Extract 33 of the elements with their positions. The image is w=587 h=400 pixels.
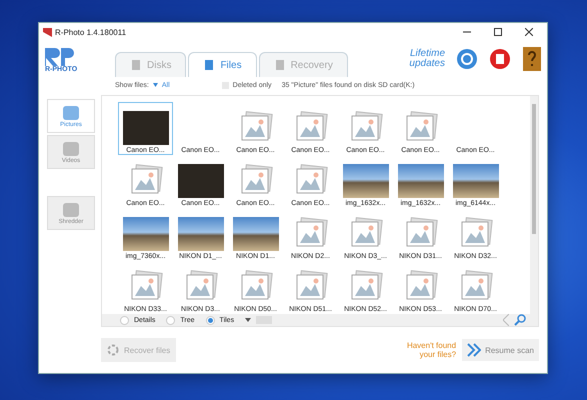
tab-icon: [274, 59, 286, 71]
lifetime-updates-text: Lifetime updates: [408, 49, 445, 69]
photo-placeholder: [398, 164, 444, 198]
caret-icon[interactable]: [245, 318, 252, 322]
photo-placeholder: [452, 164, 498, 198]
app-icon: [43, 28, 52, 36]
photo-placeholder: [342, 164, 388, 198]
tab-icon: [203, 59, 216, 71]
caret-icon[interactable]: [152, 83, 158, 87]
photo-placeholder: [122, 111, 168, 145]
photo-placeholder: [122, 217, 168, 251]
double-chevron-icon: [467, 343, 482, 357]
close-icon[interactable]: [525, 28, 533, 36]
tab-icon: [130, 59, 142, 71]
recover-icon: [107, 344, 119, 356]
logo-icon: [45, 48, 75, 66]
maximize-icon[interactable]: [494, 28, 502, 36]
view-radio[interactable]: [166, 316, 176, 324]
window-title: R-Photo 1.4.180011: [55, 28, 126, 36]
view-radio[interactable]: [120, 316, 129, 324]
photo-placeholder: [178, 164, 224, 198]
scrollbar[interactable]: [530, 96, 538, 314]
search-icon[interactable]: [514, 314, 526, 326]
photo-placeholder: [232, 217, 278, 251]
tab[interactable]: Files: [188, 52, 257, 77]
update-icon[interactable]: [457, 49, 477, 69]
hint-text: Haven't found your files?: [406, 341, 456, 359]
sidebar-icon: [61, 201, 81, 219]
photo-placeholder: [178, 217, 224, 251]
sidebar-icon: [61, 104, 81, 122]
view-radio[interactable]: [206, 316, 215, 324]
sidebar-icon: [61, 140, 81, 158]
help-icon[interactable]: [523, 47, 541, 71]
